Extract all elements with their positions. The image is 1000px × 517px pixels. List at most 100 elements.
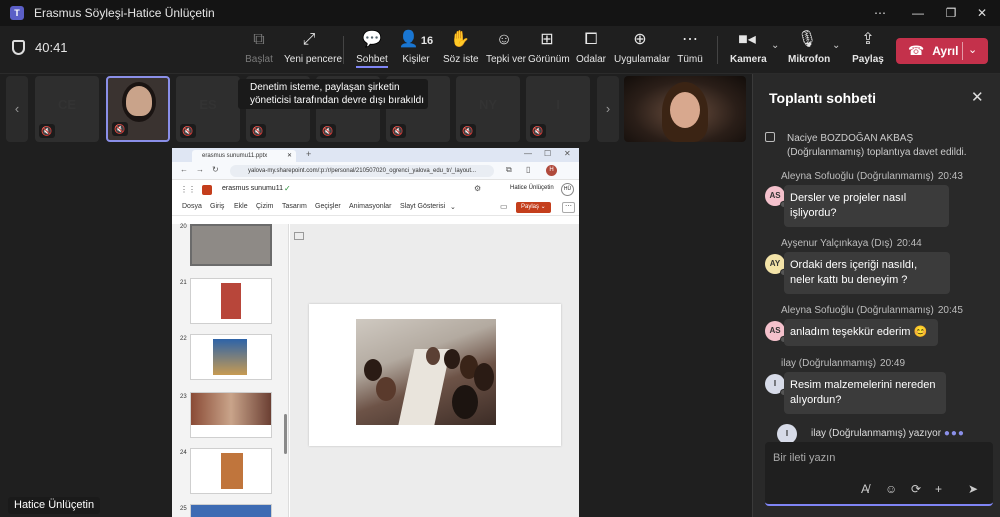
maximize-button[interactable]: ❐ xyxy=(935,0,967,26)
settings-gear-icon[interactable]: ⚙ xyxy=(474,184,481,193)
leave-button[interactable]: ☎ Ayrıl ⌄ xyxy=(896,38,988,64)
loop-component-icon[interactable]: ⟳ xyxy=(911,482,921,496)
avatar[interactable]: AY xyxy=(765,254,787,276)
ribbon-tab-animations[interactable]: Animasyonlar xyxy=(349,203,391,210)
tab-close-icon[interactable]: ✕ xyxy=(287,150,292,162)
microphone-options-chevron-icon[interactable]: ⌄ xyxy=(832,40,840,51)
forward-arrow-icon[interactable]: → xyxy=(196,165,204,174)
browser-close-icon[interactable]: ✕ xyxy=(564,149,571,158)
close-window-button[interactable]: ✕ xyxy=(966,0,998,26)
camera-button[interactable]: ■◂ Kamera xyxy=(730,30,767,70)
thumbnail-photo xyxy=(221,283,241,319)
slide-thumbnail[interactable] xyxy=(190,448,272,494)
close-icon[interactable]: ✕ xyxy=(971,88,984,106)
strip-next-chevron-icon[interactable]: › xyxy=(597,76,619,142)
message-time: 20:43 xyxy=(937,171,963,182)
toolbar-divider xyxy=(717,36,718,64)
avatar[interactable]: AS xyxy=(765,321,787,343)
new-window-button[interactable]: ⤢ Yeni pencere xyxy=(284,30,342,70)
ribbon-tab-home[interactable]: Giriş xyxy=(210,203,224,210)
slide-thumbnail[interactable] xyxy=(190,224,272,266)
people-button[interactable]: 👤 16 Kişiler xyxy=(398,30,434,70)
thumbnail-photo xyxy=(213,339,247,375)
title-bar: T Erasmus Söyleşi-Hatice Ünlüçetin ⋯ — ❐… xyxy=(0,0,1000,26)
notes-icon[interactable] xyxy=(294,232,304,240)
thumbnail-photo xyxy=(191,393,271,425)
browser-minimize-icon[interactable]: — xyxy=(524,149,532,158)
raise-hand-button[interactable]: ✋ Söz iste xyxy=(443,30,479,70)
share-button[interactable]: ⇪ Paylaş xyxy=(852,30,884,70)
typing-user-avatar: I xyxy=(777,424,797,444)
emoji-icon[interactable]: ☺ xyxy=(885,482,897,496)
mic-muted-icon: 🔇 xyxy=(39,124,55,138)
participant-tile[interactable]: NY 🔇 xyxy=(456,76,520,142)
chat-message[interactable]: Dersler ve projeler nasıl işliyordu? xyxy=(784,185,949,227)
url-field[interactable]: yalova-my.sharepoint.com/:p:/r/personal/… xyxy=(230,165,494,177)
chat-icon: 💬 xyxy=(362,31,382,48)
more-button[interactable]: ⋯ Tümü xyxy=(676,30,704,70)
ribbon-tab-draw[interactable]: Çizim xyxy=(256,203,274,210)
people-count: 16 xyxy=(420,35,434,47)
thumbnail-scrollbar[interactable] xyxy=(284,414,287,454)
mic-muted-icon: 🔇 xyxy=(530,124,546,138)
typing-indicator: ilay (Doğrulanmamış) yazıyor ●●● xyxy=(811,428,965,439)
reload-icon[interactable]: ↻ xyxy=(212,165,219,174)
ribbon-tab-file[interactable]: Dosya xyxy=(182,203,202,210)
microphone-button[interactable]: 🎙 Mikrofon xyxy=(788,30,830,70)
chat-message[interactable]: Resim malzemelerini nereden alıyordun? xyxy=(784,372,946,414)
timer-text: 40:41 xyxy=(35,40,68,55)
participant-tile[interactable]: CE 🔇 xyxy=(35,76,99,142)
view-button[interactable]: ⊞ Görünüm xyxy=(528,30,570,70)
participant-tile[interactable]: I 🔇 xyxy=(526,76,590,142)
presenter-video-face xyxy=(670,92,700,128)
react-button[interactable]: ☺ Tepki ver xyxy=(486,30,526,70)
browser-profile-avatar[interactable]: H xyxy=(546,165,557,176)
more-options-icon[interactable]: ⋯ xyxy=(864,0,896,26)
avatar[interactable]: HÜ xyxy=(561,183,574,196)
new-tab-icon[interactable]: + xyxy=(306,149,311,159)
chat-button[interactable]: 💬 Sohbet xyxy=(356,30,388,70)
file-name[interactable]: erasmus sunumu11 xyxy=(222,185,283,192)
more-options-icon[interactable]: ⋯ xyxy=(562,202,575,213)
chat-message[interactable]: Ordaki ders içeriği nasıldı, neler kattı… xyxy=(784,252,950,294)
share-document-button[interactable]: Paylaş ⌄ xyxy=(516,202,551,213)
slide-thumbnail[interactable] xyxy=(190,334,272,380)
ribbon-tab-insert[interactable]: Ekle xyxy=(234,203,248,210)
ribbon-tab-design[interactable]: Tasarım xyxy=(282,203,307,210)
minimize-button[interactable]: — xyxy=(902,0,934,26)
ribbon-tab-transitions[interactable]: Geçişler xyxy=(315,203,341,210)
strip-previous-chevron-icon[interactable]: ‹ xyxy=(6,76,28,142)
format-text-icon[interactable]: A̸ xyxy=(861,482,869,496)
browser-tab[interactable]: erasmus sunumu11.pptx ✕ xyxy=(192,150,296,162)
avatar[interactable]: I xyxy=(765,374,787,396)
message-input[interactable] xyxy=(773,450,983,466)
avatar[interactable]: AS xyxy=(765,186,787,208)
browser-address-bar: ← → ↻ yalova-my.sharepoint.com/:p:/r/per… xyxy=(172,162,579,180)
message-meta: Aleyna Sofuoğlu (Doğrulanmamış) 20:45 xyxy=(777,305,963,316)
slide-thumbnail[interactable] xyxy=(190,392,272,438)
current-slide[interactable] xyxy=(309,304,561,446)
chevron-down-icon[interactable]: ⌄ xyxy=(968,43,977,56)
slide-thumbnail[interactable] xyxy=(190,278,272,324)
apps-button[interactable]: ⊕ Uygulamalar xyxy=(614,30,670,70)
mic-muted-icon: 🔇 xyxy=(250,124,266,138)
app-launcher-icon[interactable]: ⋮⋮ xyxy=(180,185,196,194)
browser-maximize-icon[interactable]: ☐ xyxy=(544,149,551,158)
add-attachment-icon[interactable]: + xyxy=(935,482,942,496)
camera-options-chevron-icon[interactable]: ⌄ xyxy=(771,40,779,51)
send-icon[interactable]: ➤ xyxy=(968,482,978,496)
chat-message[interactable]: anladım teşekkür ederim 😊 xyxy=(784,319,938,346)
slide-number: 22 xyxy=(180,336,187,342)
back-arrow-icon[interactable]: ← xyxy=(180,165,188,174)
mic-muted-icon: 🔇 xyxy=(460,124,476,138)
rooms-button[interactable]: ⧠ Odalar xyxy=(576,30,606,70)
extensions-icon[interactable]: ⧉ xyxy=(506,165,512,175)
ribbon-chevron-down-icon[interactable]: ⌄ xyxy=(450,203,456,211)
participant-tile[interactable]: ES 🔇 xyxy=(176,76,240,142)
comments-icon[interactable]: ▭ xyxy=(500,202,508,211)
slide-thumbnail[interactable] xyxy=(190,504,272,517)
sidebar-icon[interactable]: ▯ xyxy=(526,165,530,174)
participant-video-tile[interactable]: 🔇 xyxy=(106,76,170,142)
ribbon-tab-slideshow[interactable]: Slayt Gösterisi xyxy=(400,203,445,210)
presenter-video-tile[interactable] xyxy=(624,76,746,142)
